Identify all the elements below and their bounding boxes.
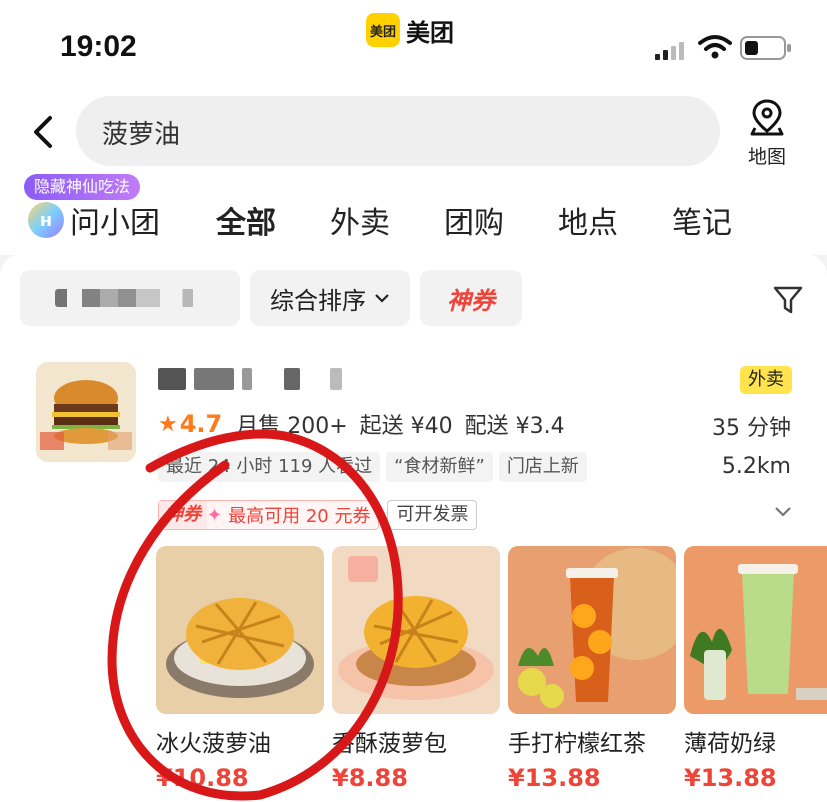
star-icon: ★	[158, 411, 178, 437]
product-card[interactable]: 薄荷奶绿 ¥13.88	[684, 546, 827, 792]
blurred-location	[55, 289, 205, 307]
product-strip: 冰火菠萝油 ¥10.88 香酥菠萝包 ¥8.88 手打柠檬红茶 ¥13.88 薄…	[156, 546, 827, 802]
coupon-row: 神券 ✦ 最高可用 20 元券 可开发票	[158, 500, 478, 530]
delivery-fee: 配送 ¥3.4	[464, 414, 565, 439]
coupon-text: 最高可用 20 元券	[228, 506, 371, 527]
cellular-signal-icon	[655, 40, 684, 60]
promo-tag: 隐藏神仙吃法	[24, 174, 141, 200]
expand-chevron-icon[interactable]	[774, 506, 792, 518]
status-time: 19:02	[60, 30, 137, 63]
sort-label: 综合排序	[270, 286, 366, 315]
tab-notes[interactable]: 笔记	[672, 198, 732, 242]
product-image	[156, 546, 324, 714]
map-pin-icon	[750, 99, 784, 136]
sort-filter[interactable]: 综合排序	[250, 270, 410, 326]
product-name: 手打柠檬红茶	[508, 731, 646, 757]
brand: 美团 美团	[366, 12, 454, 48]
product-card[interactable]: 冰火菠萝油 ¥10.88	[156, 546, 324, 792]
shop-thumbnail[interactable]	[36, 362, 136, 462]
meituan-logo: 美团	[366, 13, 400, 47]
shop-rating: 4.7	[179, 410, 223, 438]
tab-places[interactable]: 地点	[558, 198, 618, 242]
ask-assistant-icon: ʜ	[28, 202, 64, 238]
search-input[interactable]: 菠萝油	[76, 96, 720, 166]
shop-tags: 最近 24 小时 119 人看过 “食材新鲜” 门店上新	[158, 452, 587, 482]
delivery-eta: 35 分钟	[712, 416, 791, 441]
review-tag: “食材新鲜”	[386, 452, 493, 482]
tab-ask-label: 问小团	[70, 206, 160, 241]
shop-distance: 5.2km	[721, 454, 791, 479]
product-name: 香酥菠萝包	[332, 731, 447, 757]
wifi-icon	[698, 35, 732, 59]
back-icon[interactable]	[30, 112, 60, 152]
map-button[interactable]: 地图	[744, 98, 790, 169]
category-tabs: 隐藏神仙吃法 ʜ 问小团 全部 外卖 团购 地点 笔记	[0, 174, 827, 255]
product-card[interactable]: 手打柠檬红茶 ¥13.88	[508, 546, 676, 792]
burger-image	[36, 362, 136, 462]
takeout-badge: 外卖	[740, 366, 792, 394]
product-image	[684, 546, 827, 714]
battery-icon	[740, 36, 791, 60]
monthly-sales: 月售 200+	[236, 414, 348, 439]
views-tag: 最近 24 小时 119 人看过	[158, 452, 381, 482]
tab-all[interactable]: 全部	[216, 198, 276, 242]
search-query: 菠萝油	[102, 120, 181, 150]
results-card: 综合排序 神券 外卖 ★ 4.7 月售 200+ 起送 ¥40 配送 ¥3.4 …	[0, 254, 827, 802]
filter-bar: 综合排序 神券	[20, 270, 522, 326]
coupon-brand: 神券	[159, 501, 207, 529]
location-filter[interactable]	[20, 270, 240, 326]
tab-takeout[interactable]: 外卖	[330, 198, 390, 242]
brand-name: 美团	[406, 18, 454, 47]
product-name: 薄荷奶绿	[684, 731, 776, 757]
product-name: 冰火菠萝油	[156, 731, 271, 757]
coupon-badge[interactable]: 神券 ✦ 最高可用 20 元券	[158, 500, 380, 530]
coupon-filter[interactable]: 神券	[420, 270, 522, 326]
status-bar: 19:02 美团 美团	[0, 0, 827, 90]
tab-ask[interactable]: ʜ 问小团	[28, 198, 160, 242]
filter-funnel-icon[interactable]	[772, 284, 804, 316]
invoice-tag: 可开发票	[387, 500, 478, 530]
blurred-shop-name[interactable]	[158, 368, 342, 390]
product-price: ¥8.88	[332, 764, 408, 792]
tab-groupbuy[interactable]: 团购	[444, 198, 504, 242]
product-price: ¥13.88	[508, 764, 601, 792]
product-image	[332, 546, 500, 714]
search-row: 菠萝油 地图	[0, 90, 827, 180]
shop-stats: ★ 4.7 月售 200+ 起送 ¥40 配送 ¥3.4	[158, 408, 565, 440]
chevron-down-icon	[375, 294, 389, 303]
product-card[interactable]: 香酥菠萝包 ¥8.88	[332, 546, 500, 792]
min-order: 起送 ¥40	[359, 414, 453, 439]
map-label: 地图	[747, 146, 786, 168]
new-items-tag: 门店上新	[498, 452, 587, 482]
sparkle-icon: ✦	[207, 504, 223, 526]
product-image	[508, 546, 676, 714]
product-price: ¥13.88	[684, 764, 777, 792]
product-price: ¥10.88	[156, 764, 249, 792]
